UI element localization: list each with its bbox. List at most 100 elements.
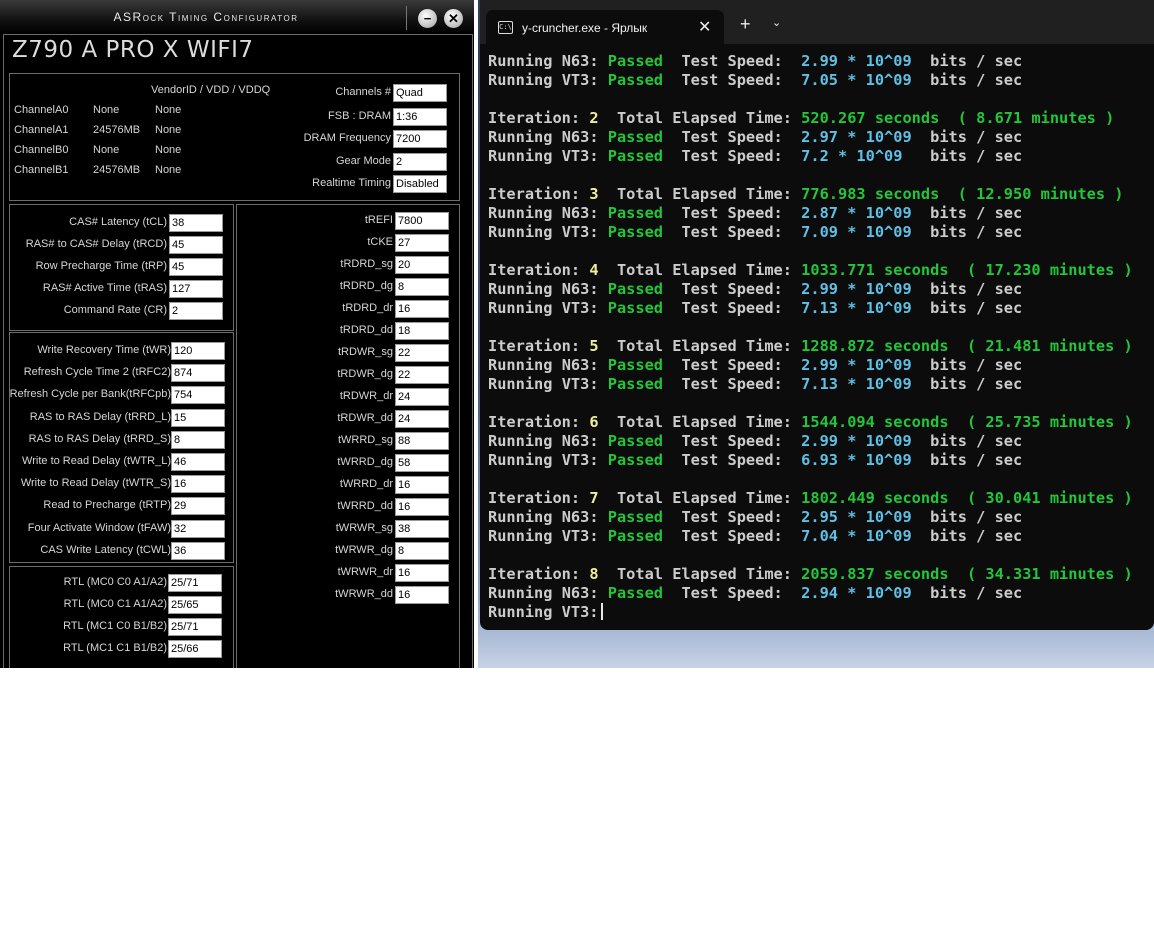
timing-field[interactable]: 29 (171, 497, 225, 516)
timing-field[interactable]: 8 (395, 542, 449, 560)
timing-field[interactable]: 754 (171, 386, 225, 405)
timing-field[interactable]: 16 (395, 300, 449, 318)
speed-unit: bits / sec (930, 432, 1023, 450)
running-word: Running (488, 451, 553, 469)
timing-label: RAS# to CAS# Delay (tRCD) (25, 238, 167, 250)
timing-field[interactable]: 16 (395, 498, 449, 516)
desktop-background: C:\ y-cruncher.exe - Ярлык ✕ + ⌄ Running… (478, 0, 1154, 668)
timing-field[interactable]: 874 (171, 364, 225, 383)
tertiary-timings-panel: tREFI 7800 tCKE 27 tRDRD_sg 20 tRDRD_dg 8 tRDRD_… (236, 204, 460, 668)
iteration-number: 8 (589, 565, 599, 583)
elapsed-label: Total Elapsed Time: (616, 489, 792, 507)
timing-field[interactable]: 16 (171, 475, 225, 494)
timing-field[interactable]: 22 (395, 366, 449, 384)
running-word: Running (488, 375, 553, 393)
timing-field[interactable]: 38 (395, 520, 449, 538)
info-field[interactable]: Disabled (393, 175, 447, 193)
timing-field[interactable]: 58 (395, 454, 449, 472)
timing-label: tWRWR_sg (335, 522, 393, 534)
chevron-down-icon[interactable]: ⌄ (772, 18, 781, 29)
channel-name: ChannelA0 (14, 104, 69, 116)
test-speed-label: Test Speed: (681, 527, 783, 545)
status-passed: Passed (607, 356, 664, 374)
timing-field[interactable]: 120 (171, 342, 225, 360)
timing-label: Four Activate Window (tFAW) (27, 521, 171, 534)
status-passed: Passed (607, 223, 664, 241)
test-speed-label: Test Speed: (681, 375, 783, 393)
running-word: Running (488, 223, 553, 241)
timing-field[interactable]: 127 (169, 280, 223, 298)
tab-bar[interactable]: C:\ y-cruncher.exe - Ярлык ✕ + ⌄ (480, 0, 1154, 44)
channel-name: ChannelB1 (14, 164, 69, 176)
timing-field[interactable]: 16 (395, 564, 449, 582)
test-speed-label: Test Speed: (681, 432, 783, 450)
timing-field[interactable]: 20 (395, 256, 449, 274)
speed-unit: bits / sec (930, 527, 1023, 545)
info-field[interactable]: 1:36 (393, 108, 447, 126)
asrock-window: ASRock Timing Configurator − ✕ Z790 A PR… (0, 0, 474, 668)
timing-field[interactable]: 45 (169, 236, 223, 254)
test-name: N63: (561, 52, 599, 70)
timing-field[interactable]: 16 (395, 476, 449, 494)
run-line: Running VT3: Passed Test Speed: 6.93 * 1… (488, 451, 1133, 470)
timing-field[interactable]: 32 (171, 519, 225, 538)
timing-field[interactable]: 15 (171, 408, 225, 427)
speed-unit: bits / sec (930, 147, 1023, 165)
timing-field[interactable]: 25/71 (168, 618, 222, 636)
elapsed-label: Total Elapsed Time: (616, 565, 792, 583)
timing-field[interactable]: 22 (395, 344, 449, 362)
timing-label: RTL (MC1 C1 B1/B2) (63, 642, 167, 654)
info-field[interactable]: Quad (393, 84, 447, 102)
status-passed: Passed (607, 128, 664, 146)
iteration-number: 3 (589, 185, 599, 203)
timing-field[interactable]: 25/65 (168, 596, 222, 614)
close-button[interactable]: ✕ (444, 9, 463, 28)
timing-field[interactable]: 36 (171, 541, 225, 560)
status-passed: Passed (607, 375, 664, 393)
timing-field[interactable]: 18 (395, 322, 449, 340)
prompt-line: Running VT3: (488, 603, 1133, 622)
timing-field[interactable]: 25/71 (168, 574, 222, 592)
tab-close-icon[interactable]: ✕ (698, 17, 711, 37)
test-name: VT3: (561, 527, 599, 545)
timing-field[interactable]: 24 (395, 388, 449, 406)
run-line: Running VT3: Passed Test Speed: 7.13 * 1… (488, 375, 1133, 394)
timing-field[interactable]: 16 (395, 586, 449, 604)
new-tab-button[interactable]: + (740, 15, 751, 33)
info-field[interactable]: 2 (393, 153, 447, 171)
timing-field[interactable]: 24 (395, 410, 449, 428)
timing-field[interactable]: 88 (395, 432, 449, 450)
timing-field[interactable]: 25/66 (168, 640, 222, 658)
run-line: Running VT3: Passed Test Speed: 7.09 * 1… (488, 223, 1133, 242)
timing-label: tWRRD_dr (339, 478, 393, 490)
timing-label: tWRRD_dg (337, 456, 393, 468)
timing-label: tWRRD_sg (337, 434, 393, 446)
timing-field[interactable]: 2 (169, 302, 223, 320)
status-passed: Passed (607, 280, 664, 298)
title-bar[interactable]: ASRock Timing Configurator − ✕ (0, 0, 474, 34)
timing-field[interactable]: 7800 (395, 212, 449, 230)
run-line: Running N63: Passed Test Speed: 2.97 * 1… (488, 128, 1133, 147)
timing-label: RAS to RAS Delay (tRRD_S) (28, 432, 171, 445)
status-passed: Passed (607, 204, 664, 222)
iteration-label: Iteration: (488, 413, 581, 431)
test-speed-label: Test Speed: (681, 128, 783, 146)
channel-size: None (93, 104, 120, 116)
info-field[interactable]: 7200 (393, 130, 447, 148)
terminal-output[interactable]: Running N63: Passed Test Speed: 2.99 * 1… (488, 52, 1133, 622)
timing-field[interactable]: 27 (395, 234, 449, 252)
timing-field[interactable]: 45 (169, 258, 223, 276)
timing-field[interactable]: 38 (169, 214, 223, 232)
timing-field[interactable]: 8 (395, 278, 449, 296)
timing-label: tRDWR_dd (337, 412, 393, 424)
timing-field[interactable]: 46 (171, 453, 225, 471)
channel-name: ChannelB0 (14, 144, 69, 156)
test-speed-label: Test Speed: (681, 451, 783, 469)
minimize-button[interactable]: − (418, 9, 437, 28)
running-word: Running (488, 527, 553, 545)
timing-field[interactable]: 8 (171, 430, 225, 449)
speed-unit: bits / sec (930, 71, 1023, 89)
speed-unit: bits / sec (930, 451, 1023, 469)
tab-y-cruncher[interactable]: C:\ y-cruncher.exe - Ярлык ✕ (486, 10, 724, 44)
